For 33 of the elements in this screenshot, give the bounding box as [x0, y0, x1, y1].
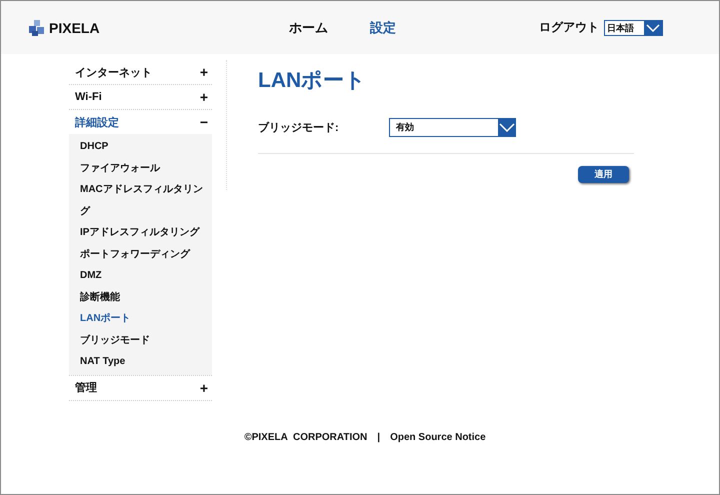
nav-link[interactable]: ホーム	[289, 18, 328, 36]
open-source-link[interactable]: Open Source Notice	[390, 432, 486, 443]
nav-link[interactable]: 設定	[370, 18, 396, 36]
toggle-icon[interactable]: +	[200, 64, 208, 80]
field-label: ブリッジモード:	[258, 120, 340, 135]
language-select[interactable]: 日本語	[604, 20, 663, 36]
chevron-down-icon	[498, 123, 514, 132]
logout-link[interactable]: ログアウト	[539, 19, 599, 36]
page-title: LANポート	[258, 68, 368, 94]
sidebar-item[interactable]: DHCP	[80, 136, 208, 158]
toggle-icon[interactable]: −	[200, 114, 208, 130]
sidebar-item[interactable]: DMZ	[80, 265, 208, 286]
sidebar-item[interactable]: ポートフォワーディング	[80, 244, 208, 265]
bridge-mode-select[interactable]: 有効	[389, 118, 516, 137]
sidebar-item[interactable]: IPアドレスフィルタリング	[80, 222, 208, 244]
sidebar-item[interactable]: ブリッジモード	[80, 330, 208, 351]
sidebar-section[interactable]: Wi-Fi	[75, 91, 102, 103]
separator-text: |	[377, 432, 380, 443]
chevron-down-icon	[646, 24, 660, 32]
sidebar-item[interactable]: MACアドレスフィルタリング	[80, 179, 208, 222]
sidebar-section[interactable]: 詳細設定	[75, 114, 119, 130]
logo-text: PIXELA	[49, 20, 100, 36]
copyright-text: ©PIXELA CORPORATION	[244, 432, 368, 443]
cubes-logo-icon	[28, 20, 46, 36]
sidebar-item[interactable]: ファイアウォール	[80, 158, 208, 179]
sidebar-section[interactable]: 管理	[75, 380, 97, 395]
toggle-icon[interactable]: +	[200, 380, 208, 396]
sidebar-item[interactable]: 診断機能	[80, 286, 208, 308]
sidebar-item[interactable]: LANポート	[80, 308, 208, 330]
apply-button[interactable]: 適用	[578, 166, 629, 183]
sidebar-item[interactable]: NAT Type	[80, 351, 208, 372]
sidebar-section[interactable]: インターネット	[75, 64, 152, 80]
toggle-icon[interactable]: +	[200, 89, 208, 105]
